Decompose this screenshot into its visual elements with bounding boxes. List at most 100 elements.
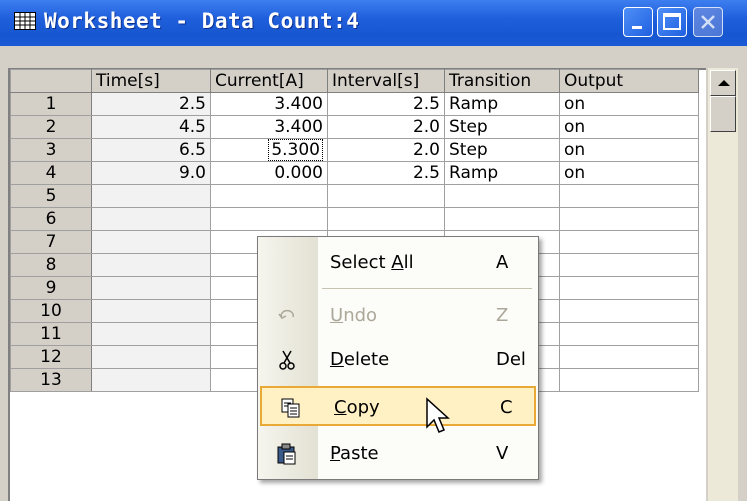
menu-item-delete[interactable]: Delete Del <box>258 340 538 380</box>
cell-current[interactable]: 3.400 <box>210 92 328 116</box>
clipboard-icon <box>276 443 298 465</box>
row-header[interactable]: 8 <box>10 253 92 277</box>
empty-cell[interactable] <box>327 184 445 208</box>
row-header[interactable]: 12 <box>10 345 92 369</box>
empty-cell[interactable] <box>444 207 560 231</box>
cell-output[interactable]: on <box>559 92 699 116</box>
cell-time[interactable]: 6.5 <box>91 138 211 162</box>
cell-output[interactable]: on <box>559 138 699 162</box>
table-row: 1 2.5 3.400 2.5 Ramp on <box>10 92 699 116</box>
column-header-transition[interactable]: Transition <box>444 69 560 93</box>
context-menu: Select All A Undo Z Delete Del Copy C Pa… <box>257 236 539 480</box>
cell-current[interactable]: 0.000 <box>210 161 328 185</box>
column-header-time[interactable]: Time[s] <box>91 69 211 93</box>
table-row: 2 4.5 3.400 2.0 Step on <box>10 115 699 139</box>
window-title: Worksheet - Data Count:4 <box>44 9 360 33</box>
menu-shortcut: Z <box>496 305 509 326</box>
scroll-up-button[interactable] <box>710 70 736 96</box>
cell-current-selected[interactable]: 5.300 <box>210 138 328 162</box>
menu-item-label: Copy <box>334 397 380 418</box>
row-header[interactable]: 13 <box>10 368 92 392</box>
cell-output[interactable]: on <box>559 115 699 139</box>
grid-icon <box>14 12 36 30</box>
menu-item-label: Select All <box>330 252 414 273</box>
cell-transition[interactable]: Ramp <box>444 161 560 185</box>
empty-cell[interactable] <box>559 345 699 369</box>
close-button[interactable] <box>693 7 723 37</box>
minimize-icon <box>632 26 642 29</box>
column-header-output[interactable]: Output <box>559 69 699 93</box>
vertical-scrollbar[interactable] <box>708 68 738 501</box>
row-header[interactable]: 1 <box>10 92 92 116</box>
empty-cell[interactable] <box>210 184 328 208</box>
empty-cell[interactable] <box>91 368 211 392</box>
row-header[interactable]: 2 <box>10 115 92 139</box>
menu-shortcut: A <box>496 252 509 273</box>
corner-cell[interactable] <box>10 69 92 93</box>
cell-interval[interactable]: 2.0 <box>327 138 445 162</box>
empty-cell[interactable] <box>559 368 699 392</box>
row-header[interactable]: 3 <box>10 138 92 162</box>
menu-item-undo[interactable]: Undo Z <box>258 296 538 336</box>
menu-item-label: Undo <box>330 305 378 326</box>
empty-cell[interactable] <box>91 345 211 369</box>
table-row: 5 <box>10 184 699 208</box>
row-header[interactable]: 9 <box>10 276 92 300</box>
cell-time[interactable]: 9.0 <box>91 161 211 185</box>
title-bar[interactable]: Worksheet - Data Count:4 <box>0 0 747 46</box>
empty-cell[interactable] <box>91 276 211 300</box>
cell-time[interactable]: 2.5 <box>91 92 211 116</box>
maximize-icon <box>663 13 681 30</box>
cell-transition[interactable]: Step <box>444 138 560 162</box>
empty-cell[interactable] <box>327 207 445 231</box>
undo-icon <box>276 305 298 327</box>
empty-cell[interactable] <box>444 184 560 208</box>
menu-item-select-all[interactable]: Select All A <box>258 243 538 283</box>
empty-cell[interactable] <box>91 207 211 231</box>
empty-cell[interactable] <box>91 253 211 277</box>
column-header-interval[interactable]: Interval[s] <box>327 69 445 93</box>
empty-cell[interactable] <box>559 207 699 231</box>
menu-shortcut: C <box>500 397 513 418</box>
menu-item-label: Paste <box>330 443 379 464</box>
cell-time[interactable]: 4.5 <box>91 115 211 139</box>
cell-current[interactable]: 3.400 <box>210 115 328 139</box>
row-header[interactable]: 11 <box>10 322 92 346</box>
table-row: 6 <box>10 207 699 231</box>
empty-cell[interactable] <box>91 322 211 346</box>
minimize-button[interactable] <box>623 7 653 37</box>
cell-interval[interactable]: 2.5 <box>327 161 445 185</box>
cell-transition[interactable]: Ramp <box>444 92 560 116</box>
empty-cell[interactable] <box>559 184 699 208</box>
empty-cell[interactable] <box>91 299 211 323</box>
empty-cell[interactable] <box>559 299 699 323</box>
cell-interval[interactable]: 2.5 <box>327 92 445 116</box>
empty-cell[interactable] <box>91 230 211 254</box>
empty-cell[interactable] <box>559 230 699 254</box>
copy-icon <box>280 397 302 419</box>
cell-interval[interactable]: 2.0 <box>327 115 445 139</box>
row-header[interactable]: 4 <box>10 161 92 185</box>
menu-item-copy[interactable]: Copy C <box>260 386 536 426</box>
empty-cell[interactable] <box>559 253 699 277</box>
empty-cell[interactable] <box>559 322 699 346</box>
mouse-cursor-icon <box>426 397 450 433</box>
cell-output[interactable]: on <box>559 161 699 185</box>
row-header[interactable]: 7 <box>10 230 92 254</box>
empty-cell[interactable] <box>91 184 211 208</box>
cell-transition[interactable]: Step <box>444 115 560 139</box>
row-header[interactable]: 10 <box>10 299 92 323</box>
empty-cell[interactable] <box>559 276 699 300</box>
table-row: 4 9.0 0.000 2.5 Ramp on <box>10 161 699 185</box>
menu-item-paste[interactable]: Paste V <box>258 434 538 474</box>
maximize-button[interactable] <box>657 7 687 37</box>
menu-separator <box>322 288 532 289</box>
scissors-icon <box>276 349 298 371</box>
row-header[interactable]: 5 <box>10 184 92 208</box>
menu-shortcut: Del <box>496 349 526 370</box>
row-header[interactable]: 6 <box>10 207 92 231</box>
column-header-current[interactable]: Current[A] <box>210 69 328 93</box>
scroll-thumb[interactable] <box>710 96 736 132</box>
close-icon <box>701 15 715 29</box>
empty-cell[interactable] <box>210 207 328 231</box>
